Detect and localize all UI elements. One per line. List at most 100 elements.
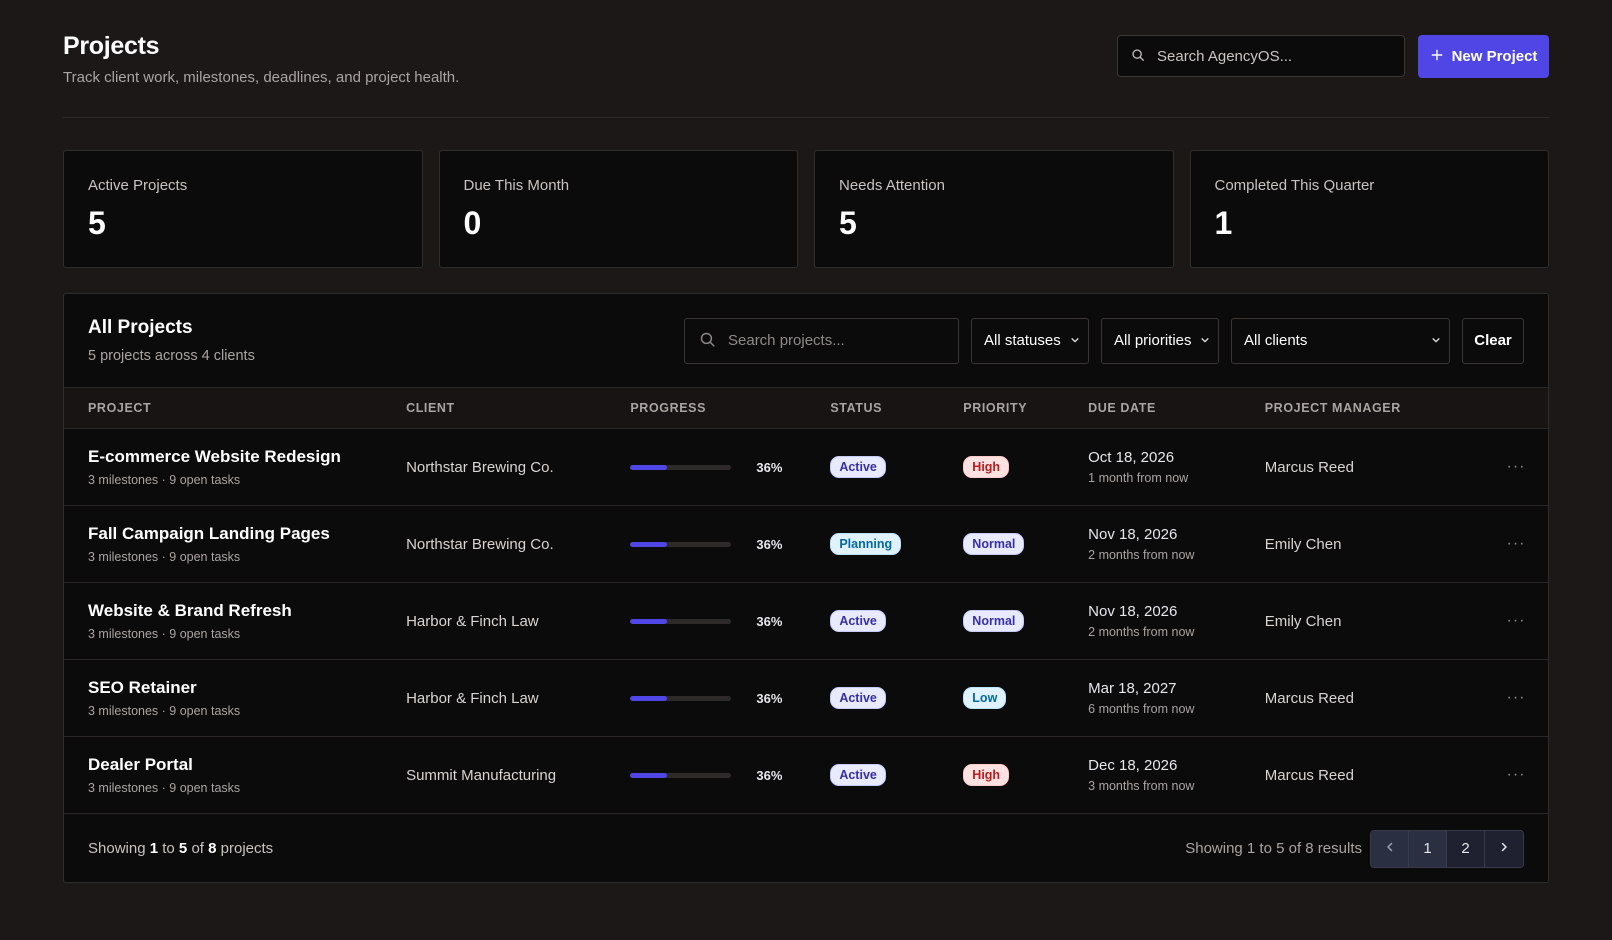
new-project-button[interactable]: New Project: [1418, 35, 1549, 78]
priority-filter-value: All priorities: [1114, 332, 1192, 349]
showing-to: 5: [178, 840, 188, 857]
chevron-down-icon: [1070, 334, 1080, 348]
project-name[interactable]: Dealer Portal: [88, 755, 406, 775]
projects-page: Projects Track client work, milestones, …: [0, 0, 1612, 940]
stat-card-active-projects: Active Projects 5: [63, 150, 423, 268]
more-icon[interactable]: ···: [1484, 612, 1548, 630]
client-cell: Summit Manufacturing: [406, 737, 630, 814]
priority-badge: Normal: [963, 610, 1025, 632]
project-cell: Dealer Portal 3 milestones · 9 open task…: [64, 737, 406, 814]
page-subtitle: Track client work, milestones, deadlines…: [63, 69, 460, 86]
column-header-due-date[interactable]: DUE DATE: [1088, 387, 1265, 429]
more-icon[interactable]: ···: [1484, 689, 1548, 707]
progress-bar-fill: [630, 618, 667, 624]
status-badge: Active: [830, 610, 886, 632]
table-row[interactable]: Fall Campaign Landing Pages 3 milestones…: [64, 506, 1548, 583]
table-row[interactable]: SEO Retainer 3 milestones · 9 open tasks…: [64, 660, 1548, 737]
manager-cell: Marcus Reed: [1265, 660, 1484, 737]
column-header-project[interactable]: PROJECT: [64, 387, 407, 429]
table-footer: Showing 1 to 5 of 8 projects Showing 1 t…: [64, 814, 1548, 883]
more-icon[interactable]: ···: [1484, 458, 1548, 476]
status-badge: Active: [830, 764, 886, 786]
due-date-cell: Dec 18, 2026 3 months from now: [1088, 737, 1265, 814]
panel-heading: All Projects 5 projects across 4 clients: [88, 317, 255, 364]
actions-cell: ···: [1484, 429, 1548, 506]
due-date-cell: Oct 18, 2026 1 month from now: [1088, 429, 1265, 506]
progress-bar-fill: [630, 464, 667, 470]
progress-bar: [630, 695, 732, 701]
status-filter-select[interactable]: All statuses: [971, 317, 1089, 364]
priority-badge: Low: [963, 687, 1007, 709]
progress: 36%: [630, 614, 830, 629]
more-icon[interactable]: ···: [1484, 535, 1548, 553]
table-row[interactable]: E-commerce Website Redesign 3 milestones…: [64, 429, 1548, 506]
project-name[interactable]: E-commerce Website Redesign: [88, 447, 406, 467]
progress-bar-fill: [630, 541, 667, 547]
status-cell: Active: [830, 583, 963, 660]
column-header-progress[interactable]: PROGRESS: [630, 387, 831, 429]
showing-total: 8: [208, 840, 217, 857]
page-button-2[interactable]: 2: [1447, 830, 1485, 867]
next-page-button[interactable]: [1485, 830, 1523, 867]
status-badge: Active: [830, 687, 886, 709]
showing-summary: Showing 1 to 5 of 8 projects: [88, 840, 273, 857]
showing-prefix: Showing: [88, 840, 146, 857]
progress: 36%: [630, 691, 830, 706]
global-search[interactable]: [1117, 35, 1405, 77]
stat-card-due-this-month: Due This Month 0: [438, 150, 798, 268]
manager-cell: Emily Chen: [1265, 506, 1484, 583]
actions-cell: ···: [1484, 583, 1548, 660]
client-cell: Northstar Brewing Co.: [406, 429, 630, 506]
client-filter-select[interactable]: All clients: [1231, 317, 1450, 364]
project-cell: Fall Campaign Landing Pages 3 milestones…: [64, 506, 406, 583]
project-search-input[interactable]: [728, 332, 944, 349]
panel-title: All Projects: [88, 317, 193, 338]
priority-filter-select[interactable]: All priorities: [1101, 317, 1219, 364]
client-name: Harbor & Finch Law: [406, 612, 539, 630]
table-row[interactable]: Dealer Portal 3 milestones · 9 open task…: [64, 737, 1548, 814]
header-actions: New Project: [1117, 35, 1549, 78]
priority-badge: High: [963, 456, 1010, 478]
previous-page-button[interactable]: [1371, 830, 1409, 867]
page-header: Projects Track client work, milestones, …: [63, 0, 1549, 118]
project-search[interactable]: [684, 317, 959, 364]
column-header-project-manager[interactable]: PROJECT MANAGER: [1264, 387, 1484, 429]
due-relative: 2 months from now: [1088, 548, 1195, 562]
showing-to-word: to: [162, 840, 175, 857]
progress-cell: 36%: [630, 660, 830, 737]
progress: 36%: [630, 768, 830, 783]
progress-bar: [630, 772, 732, 778]
progress-cell: 36%: [630, 429, 830, 506]
progress-bar: [630, 541, 732, 547]
project-manager: Emily Chen: [1264, 535, 1342, 553]
due-date: Mar 18, 2027: [1088, 680, 1177, 697]
project-name[interactable]: Fall Campaign Landing Pages: [88, 524, 406, 544]
column-header-status[interactable]: STATUS: [830, 387, 964, 429]
priority-cell: Normal: [963, 506, 1088, 583]
project-name[interactable]: SEO Retainer: [88, 678, 406, 698]
header-text: Projects Track client work, milestones, …: [63, 32, 459, 86]
stat-card-needs-attention: Needs Attention 5: [814, 150, 1174, 268]
progress-percent: 36%: [756, 536, 783, 552]
progress: 36%: [630, 460, 830, 475]
actions-cell: ···: [1484, 506, 1548, 583]
table-row[interactable]: Website & Brand Refresh 3 milestones · 9…: [64, 583, 1548, 660]
page-button-1[interactable]: 1: [1409, 830, 1447, 867]
more-icon[interactable]: ···: [1484, 766, 1548, 784]
project-manager: Marcus Reed: [1264, 766, 1354, 784]
stat-card-completed-this-quarter: Completed This Quarter 1: [1189, 150, 1549, 268]
project-name[interactable]: Website & Brand Refresh: [88, 601, 406, 621]
due-relative: 6 months from now: [1088, 702, 1195, 716]
global-search-input[interactable]: [1157, 47, 1391, 65]
clear-filters-button[interactable]: Clear: [1462, 317, 1524, 364]
client-cell: Harbor & Finch Law: [406, 660, 630, 737]
priority-badge: Normal: [963, 533, 1025, 555]
column-header-client[interactable]: CLIENT: [406, 387, 631, 429]
client-name: Summit Manufacturing: [406, 766, 557, 784]
progress-cell: 36%: [630, 506, 830, 583]
table-header-row: PROJECT CLIENT PROGRESS STATUS PRIORITY …: [64, 387, 1548, 429]
stat-value: 5: [88, 205, 106, 241]
column-header-priority[interactable]: PRIORITY: [963, 387, 1089, 429]
manager-cell: Marcus Reed: [1265, 737, 1484, 814]
progress-bar: [630, 464, 732, 470]
